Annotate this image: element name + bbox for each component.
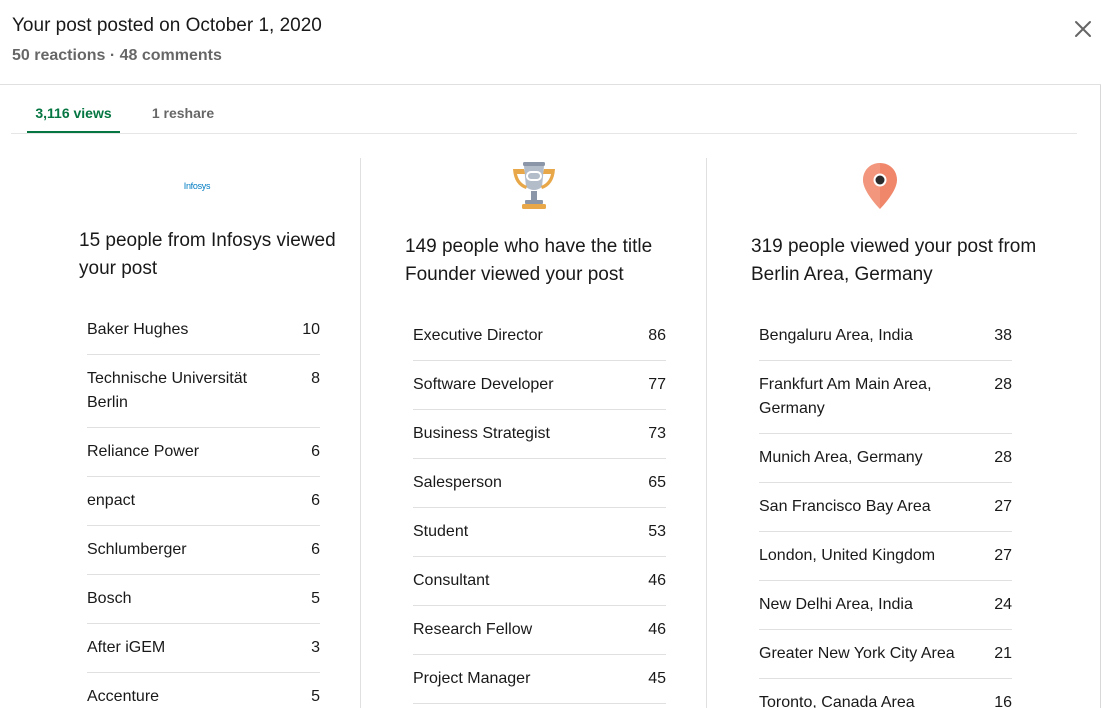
item-count: 16 xyxy=(994,694,1012,708)
trophy-icon xyxy=(509,161,559,211)
list-item: Bosch 5 xyxy=(87,575,320,624)
list-item: Schlumberger 6 xyxy=(87,526,320,575)
item-name: Technische Universität Berlin xyxy=(87,370,248,411)
list-item: Baker Hughes 10 xyxy=(87,318,320,355)
list-item: Greater New York City Area 21 xyxy=(759,630,1012,679)
item-name: Reliance Power xyxy=(87,443,200,460)
item-count: 21 xyxy=(994,645,1012,662)
item-name: Toronto, Canada Area xyxy=(759,694,915,708)
item-name: Bengaluru Area, India xyxy=(759,327,913,344)
post-title: Your post posted on October 1, 2020 xyxy=(12,15,322,36)
list-item: Executive Director 86 xyxy=(413,324,666,361)
item-name: New Delhi Area, India xyxy=(759,596,913,613)
modal-header: Your post posted on October 1, 2020 50 r… xyxy=(0,0,1101,85)
item-name: Frankfurt Am Main Area, Germany xyxy=(759,376,932,417)
item-count: 6 xyxy=(311,443,320,460)
list-item: Salesperson 65 xyxy=(413,459,666,508)
list-item: Consultant 46 xyxy=(413,557,666,606)
list-item: Accenture 5 xyxy=(87,673,320,708)
list-item: Toronto, Canada Area 16 xyxy=(759,679,1012,708)
item-count: 38 xyxy=(994,327,1012,344)
item-name: Accenture xyxy=(87,688,160,705)
tab-bar: 3,116 views 1 reshare xyxy=(11,86,1077,134)
column-divider xyxy=(360,158,361,708)
item-name: Munich Area, Germany xyxy=(759,449,923,466)
item-count: 73 xyxy=(648,425,666,442)
item-count: 28 xyxy=(994,376,1012,393)
item-count: 27 xyxy=(994,547,1012,564)
item-count: 6 xyxy=(311,541,320,558)
infosys-logo-text: Infosys xyxy=(184,181,211,191)
item-name: Research Fellow xyxy=(413,621,533,638)
tab-reshares[interactable]: 1 reshare xyxy=(147,86,219,133)
item-name: Business Strategist xyxy=(413,425,550,442)
post-stats: 50 reactions · 48 comments xyxy=(12,47,222,64)
list-item: Research Fellow 46 xyxy=(413,606,666,655)
item-count: 86 xyxy=(648,327,666,344)
list-item: Business Strategist 73 xyxy=(413,410,666,459)
item-name: Salesperson xyxy=(413,474,502,491)
locations-heading: 319 people viewed your post from Berlin … xyxy=(751,236,1037,285)
companies-list: Baker Hughes 10 Technische Universität Be… xyxy=(87,318,320,708)
item-count: 3 xyxy=(311,639,320,656)
item-name: London, United Kingdom xyxy=(759,547,936,564)
item-name: Baker Hughes xyxy=(87,321,189,338)
item-count: 65 xyxy=(648,474,666,491)
close-icon xyxy=(1075,21,1091,37)
item-name: Consultant xyxy=(413,572,490,589)
list-item: Frankfurt Am Main Area, Germany 28 xyxy=(759,361,1012,434)
item-name: Software Developer xyxy=(413,376,554,393)
item-name: Executive Director xyxy=(413,327,543,344)
list-item: Reliance Power 6 xyxy=(87,428,320,477)
column-divider xyxy=(706,158,707,708)
titles-list: Executive Director 86 Software Developer 7… xyxy=(413,324,666,704)
item-count: 5 xyxy=(311,688,320,705)
list-item: After iGEM 3 xyxy=(87,624,320,673)
item-name: Schlumberger xyxy=(87,541,187,558)
item-name: Greater New York City Area xyxy=(759,645,955,662)
infosys-logo: Infosys xyxy=(180,176,214,194)
item-count: 53 xyxy=(648,523,666,540)
list-item: Software Developer 77 xyxy=(413,361,666,410)
item-count: 24 xyxy=(994,596,1012,613)
locations-list: Bengaluru Area, India 38 Frankfurt Am Mai… xyxy=(759,324,1012,708)
map-pin-icon xyxy=(861,161,899,211)
companies-heading: 15 people from Infosys viewed your post xyxy=(79,230,336,279)
item-count: 45 xyxy=(648,670,666,687)
item-name: Student xyxy=(413,523,469,540)
list-item: San Francisco Bay Area 27 xyxy=(759,483,1012,532)
item-name: Bosch xyxy=(87,590,132,607)
item-name: San Francisco Bay Area xyxy=(759,498,931,515)
list-item: New Delhi Area, India 24 xyxy=(759,581,1012,630)
item-count: 10 xyxy=(302,321,320,338)
item-count: 28 xyxy=(994,449,1012,466)
item-count: 27 xyxy=(994,498,1012,515)
item-name: After iGEM xyxy=(87,639,166,656)
item-name: Project Manager xyxy=(413,670,531,687)
item-name: enpact xyxy=(87,492,136,509)
list-item: London, United Kingdom 27 xyxy=(759,532,1012,581)
tab-views[interactable]: 3,116 views xyxy=(27,86,120,133)
list-item: Technische Universität Berlin 8 xyxy=(87,355,320,428)
item-count: 6 xyxy=(311,492,320,509)
item-count: 5 xyxy=(311,590,320,607)
item-count: 8 xyxy=(311,370,320,387)
list-item: Bengaluru Area, India 38 xyxy=(759,324,1012,361)
list-item: Project Manager 45 xyxy=(413,655,666,704)
item-count: 46 xyxy=(648,621,666,638)
list-item: enpact 6 xyxy=(87,477,320,526)
item-count: 46 xyxy=(648,572,666,589)
item-count: 77 xyxy=(648,376,666,393)
list-item: Student 53 xyxy=(413,508,666,557)
titles-heading: 149 people who have the title Founder vi… xyxy=(405,236,653,285)
list-item: Munich Area, Germany 28 xyxy=(759,434,1012,483)
close-button[interactable] xyxy=(1071,17,1095,41)
